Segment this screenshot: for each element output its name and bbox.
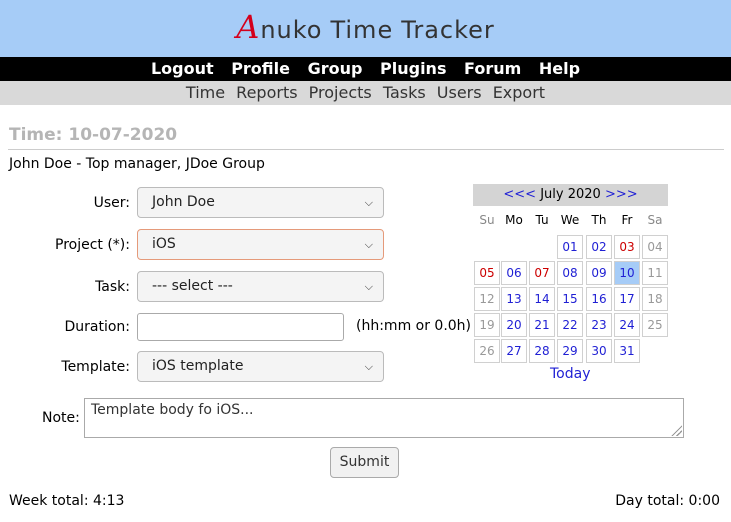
subnav-tasks[interactable]: Tasks — [383, 83, 426, 102]
calendar-day[interactable]: 18 — [642, 287, 668, 311]
subnav-export[interactable]: Export — [493, 83, 545, 102]
user-select-value: John Doe — [152, 194, 215, 210]
note-label: Note: — [42, 410, 80, 426]
calendar-weekday: Tu — [535, 213, 549, 227]
calendar-day[interactable]: 11 — [642, 261, 668, 285]
calendar-weekday: We — [560, 213, 580, 227]
calendar-day[interactable]: 31 — [614, 339, 640, 363]
calendar-month-title: July 2020 — [540, 187, 601, 202]
calendar-day[interactable]: 30 — [586, 339, 612, 363]
nav-group[interactable]: Group — [308, 59, 363, 78]
calendar-day[interactable]: 09 — [586, 261, 612, 285]
calendar-day[interactable]: 01 — [557, 235, 583, 259]
logo-letter: A — [236, 8, 261, 46]
top-nav: Logout Profile Group Plugins Forum Help — [0, 57, 731, 81]
note-text: Template body fo iOS... — [91, 402, 254, 418]
subnav-time[interactable]: Time — [186, 83, 225, 102]
logo-word-1: nuko — [260, 16, 323, 44]
nav-forum[interactable]: Forum — [464, 59, 521, 78]
template-select-value: iOS template — [152, 358, 244, 374]
calendar-today-link[interactable]: Today — [550, 366, 591, 382]
calendar-prev-month[interactable]: <<< — [503, 187, 536, 202]
calendar-day[interactable]: 20 — [501, 313, 527, 337]
project-label: Project (*): — [55, 237, 130, 253]
calendar-header: <<< July 2020 >>> — [473, 184, 668, 206]
duration-hint: (hh:mm or 0.0h) — [356, 318, 472, 334]
subnav-reports[interactable]: Reports — [236, 83, 297, 102]
calendar-day[interactable]: 02 — [586, 235, 612, 259]
calendar-day[interactable]: 14 — [529, 287, 555, 311]
calendar-day[interactable]: 26 — [474, 339, 500, 363]
calendar-day[interactable]: 29 — [557, 339, 583, 363]
nav-profile[interactable]: Profile — [231, 59, 290, 78]
nav-help[interactable]: Help — [539, 59, 580, 78]
task-select-value: --- select --- — [152, 278, 233, 294]
calendar-day[interactable]: 12 — [474, 287, 500, 311]
subnav-users[interactable]: Users — [437, 83, 482, 102]
calendar-day[interactable]: 23 — [586, 313, 612, 337]
calendar-day[interactable]: 16 — [586, 287, 612, 311]
calendar-day[interactable]: 15 — [557, 287, 583, 311]
nav-logout[interactable]: Logout — [151, 59, 214, 78]
calendar-next-month[interactable]: >>> — [605, 187, 638, 202]
logo-word-2: Time — [330, 16, 394, 44]
user-info: John Doe - Top manager, JDoe Group — [9, 156, 265, 172]
calendar-day[interactable]: 05 — [474, 261, 500, 285]
duration-label: Duration: — [64, 319, 130, 335]
subnav-projects[interactable]: Projects — [309, 83, 372, 102]
project-select-value: iOS — [152, 236, 176, 252]
day-total: Day total: 0:00 — [615, 493, 720, 509]
duration-input[interactable] — [137, 313, 344, 341]
calendar-day[interactable]: 28 — [529, 339, 555, 363]
submit-button[interactable]: Submit — [330, 447, 399, 478]
calendar-day[interactable]: 03 — [614, 235, 640, 259]
user-label: User: — [93, 195, 130, 211]
calendar-day[interactable]: 06 — [501, 261, 527, 285]
calendar-day[interactable]: 27 — [501, 339, 527, 363]
calendar-weekday: Mo — [505, 213, 523, 227]
calendar-day[interactable]: 07 — [529, 261, 555, 285]
logo-word-3: Tracker — [401, 16, 495, 44]
week-total: Week total: 4:13 — [9, 493, 125, 509]
calendar-day[interactable]: 24 — [614, 313, 640, 337]
template-select[interactable]: iOS template ⌵ — [137, 351, 384, 382]
header: Anuko Time Tracker — [0, 0, 731, 57]
calendar-day[interactable]: 22 — [557, 313, 583, 337]
calendar-day[interactable]: 17 — [614, 287, 640, 311]
calendar-day[interactable]: 13 — [501, 287, 527, 311]
app-logo[interactable]: Anuko Time Tracker — [0, 8, 731, 46]
title-divider — [8, 149, 724, 150]
chevron-down-icon: ⌵ — [364, 360, 373, 373]
template-label: Template: — [61, 359, 130, 375]
calendar-weekday: Su — [479, 213, 495, 227]
calendar-day[interactable]: 21 — [529, 313, 555, 337]
chevron-down-icon: ⌵ — [364, 280, 373, 293]
calendar-day[interactable]: 04 — [642, 235, 668, 259]
resize-handle-icon[interactable] — [670, 424, 682, 436]
calendar-weekday: Th — [591, 213, 607, 227]
calendar-weekday: Sa — [647, 213, 663, 227]
note-textarea[interactable]: Template body fo iOS... — [84, 398, 684, 438]
sub-nav: Time Reports Projects Tasks Users Export — [0, 81, 731, 105]
calendar-day[interactable]: 10 — [614, 261, 640, 285]
chevron-down-icon: ⌵ — [364, 238, 373, 251]
project-select[interactable]: iOS ⌵ — [137, 229, 384, 260]
user-select[interactable]: John Doe ⌵ — [137, 187, 384, 218]
task-label: Task: — [95, 279, 130, 295]
page-title: Time: 10-07-2020 — [9, 125, 178, 145]
calendar-day[interactable]: 19 — [474, 313, 500, 337]
calendar-day[interactable]: 25 — [642, 313, 668, 337]
calendar-day[interactable]: 08 — [557, 261, 583, 285]
calendar-weekday: Fr — [621, 213, 633, 227]
task-select[interactable]: --- select --- ⌵ — [137, 271, 384, 302]
nav-plugins[interactable]: Plugins — [380, 59, 446, 78]
chevron-down-icon: ⌵ — [364, 196, 373, 209]
